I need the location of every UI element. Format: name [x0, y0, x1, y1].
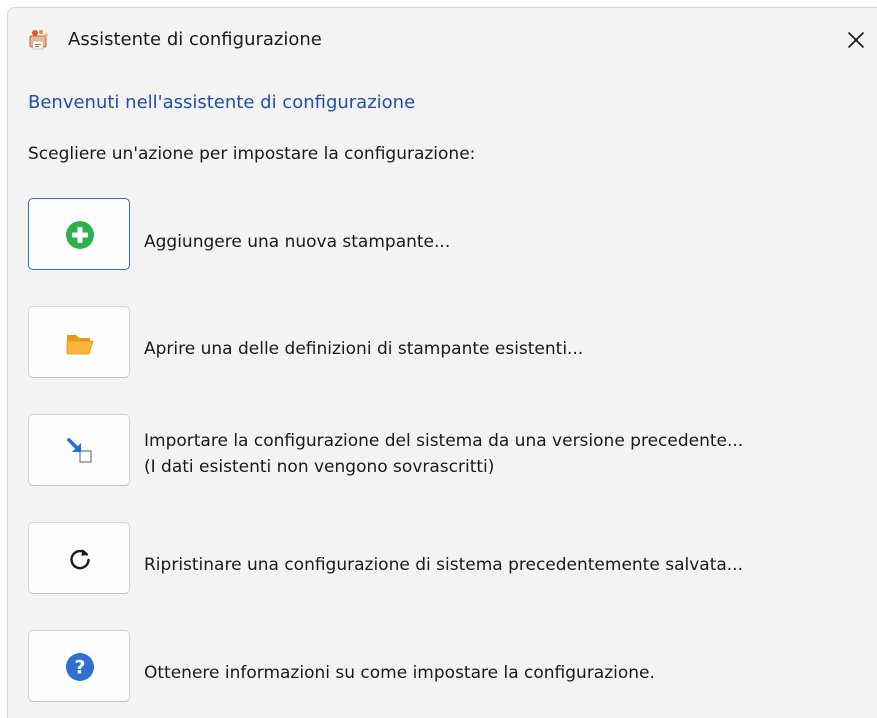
- import-configuration-label[interactable]: Importare la configurazione del sistema …: [144, 428, 743, 454]
- close-icon: [848, 32, 864, 48]
- close-button[interactable]: [840, 24, 872, 56]
- setup-wizard-window: Assistente di configurazione Benvenuti n…: [7, 7, 877, 718]
- help-label[interactable]: Ottenere informazioni su come impostare …: [144, 660, 655, 686]
- title-bar: Assistente di configurazione: [8, 8, 877, 70]
- add-printer-label[interactable]: Aggiungere una nuova stampante...: [144, 229, 450, 255]
- import-configuration-note: (I dati esistenti non vengono sovrascrit…: [144, 457, 495, 477]
- intro-text: Scegliere un'azione per impostare la con…: [28, 144, 476, 164]
- help-icon: ?: [66, 653, 94, 681]
- add-circle-icon: [66, 221, 94, 249]
- open-printer-definition-label[interactable]: Aprire una delle definizioni di stampant…: [144, 336, 583, 362]
- open-folder-icon: [66, 335, 94, 355]
- restore-configuration-label[interactable]: Ripristinare una configurazione di siste…: [144, 552, 743, 578]
- open-printer-definition-button[interactable]: [28, 306, 130, 378]
- restore-configuration-button[interactable]: [28, 522, 130, 594]
- window-title: Assistente di configurazione: [68, 29, 322, 50]
- help-button[interactable]: ?: [28, 630, 130, 702]
- add-printer-button[interactable]: [28, 198, 130, 270]
- import-configuration-button[interactable]: [28, 414, 130, 486]
- import-icon: [66, 437, 92, 463]
- welcome-heading: Benvenuti nell'assistente di configurazi…: [28, 92, 416, 113]
- printer-wizard-icon: [28, 29, 52, 51]
- restore-icon: [70, 549, 90, 570]
- svg-text:?: ?: [74, 657, 85, 679]
